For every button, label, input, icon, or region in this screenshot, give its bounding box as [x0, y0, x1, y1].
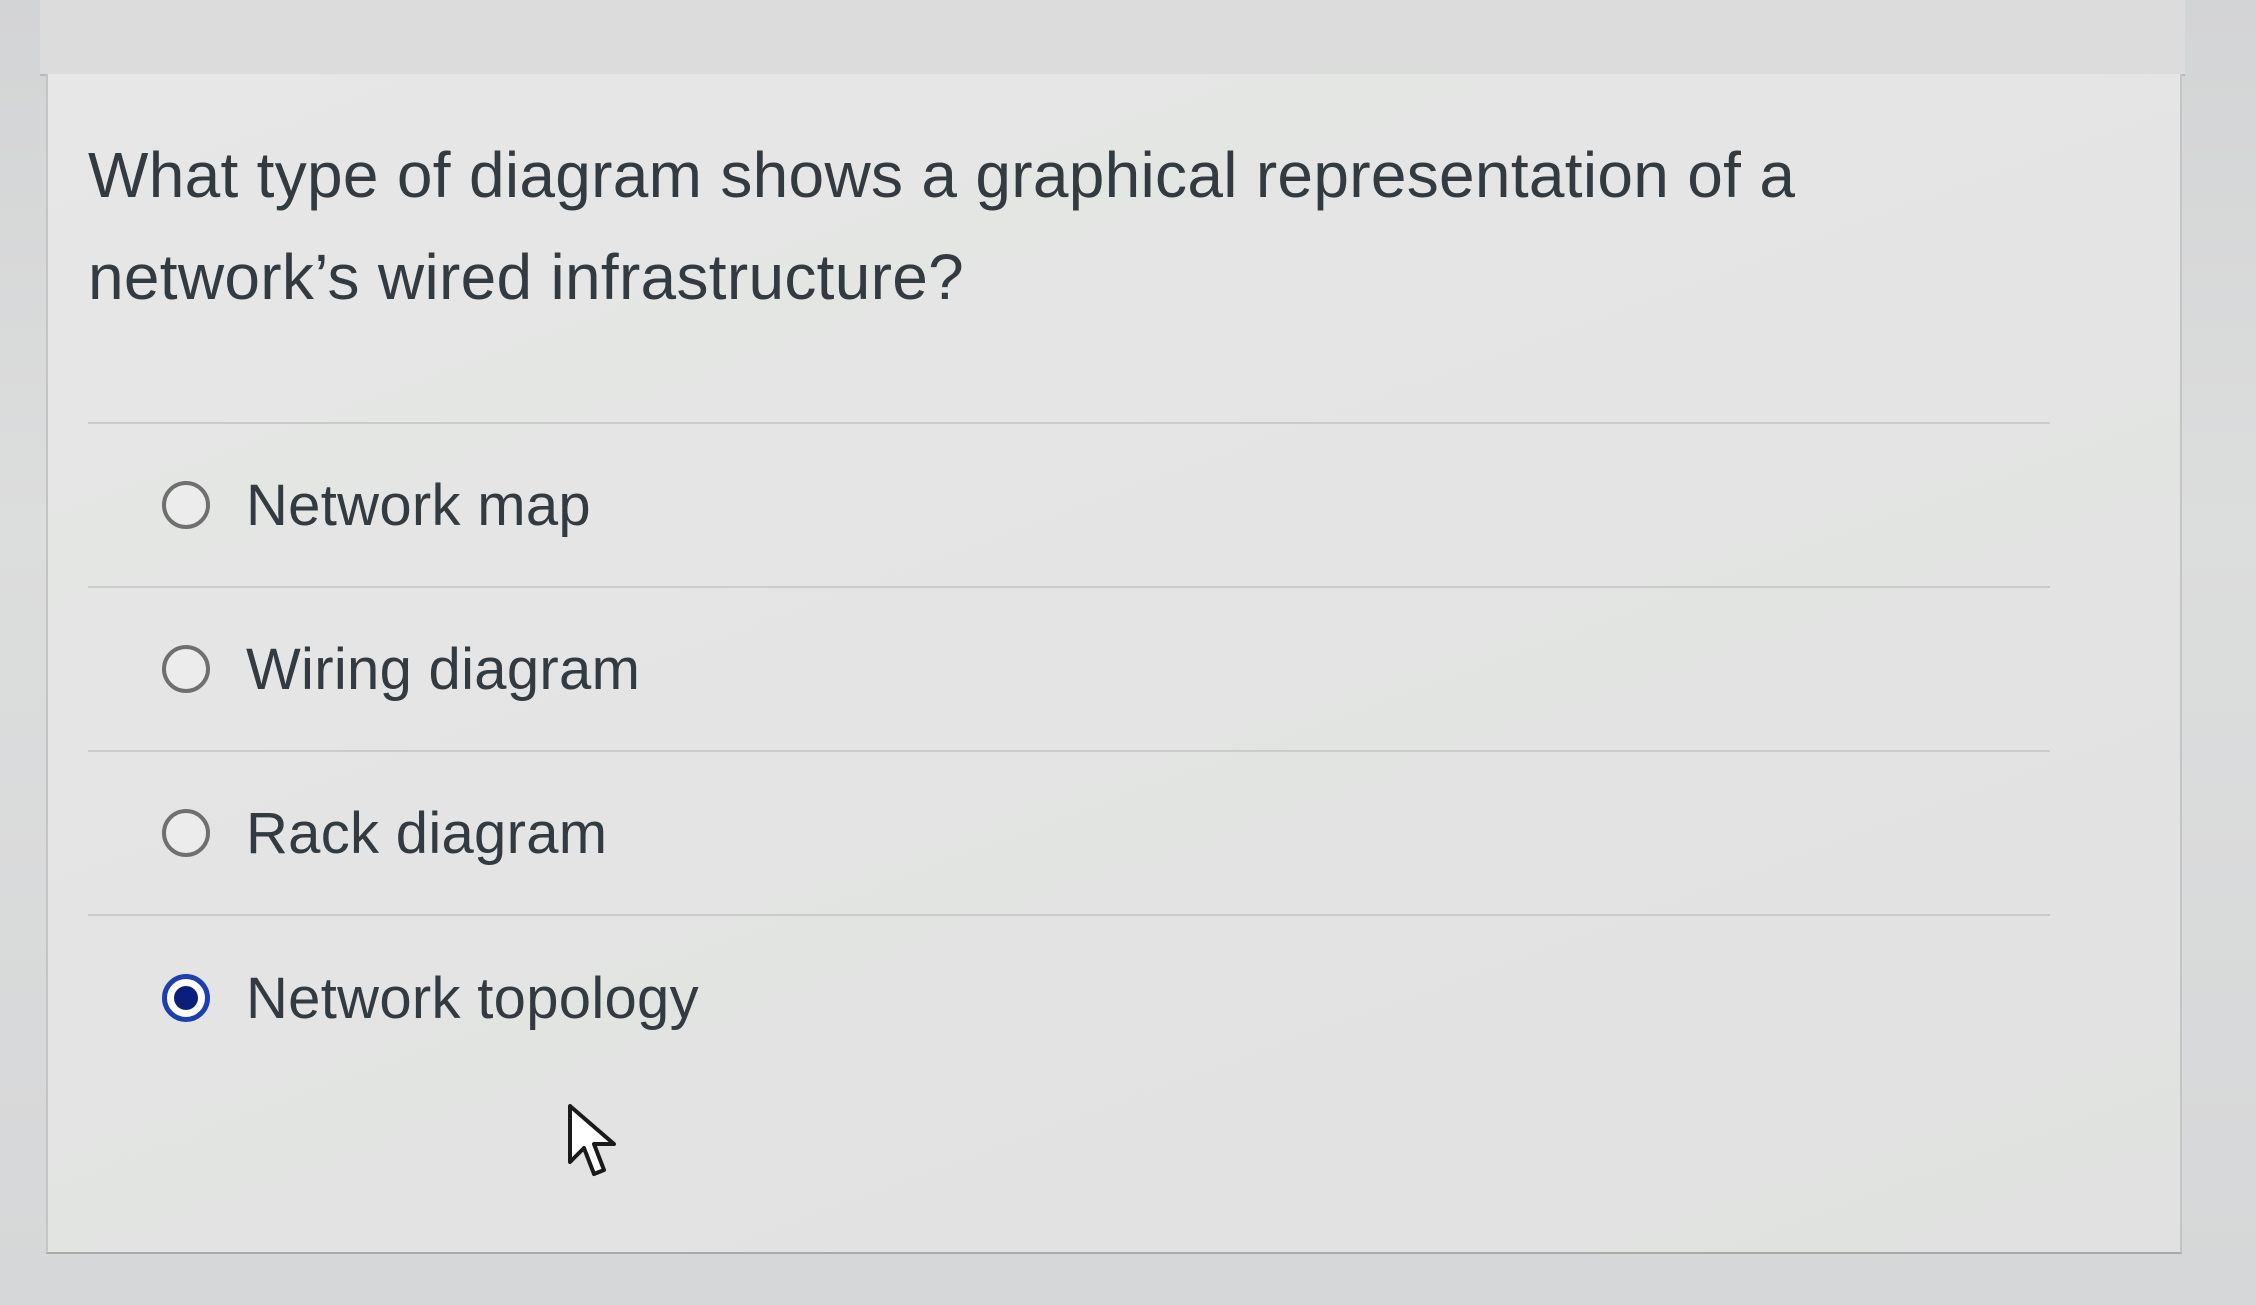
- answer-option-wiring-diagram[interactable]: Wiring diagram: [88, 588, 2050, 752]
- answer-option-network-topology[interactable]: Network topology: [88, 916, 2050, 1080]
- mouse-pointer-icon: [568, 1104, 616, 1176]
- answer-label: Wiring diagram: [246, 636, 641, 702]
- top-bar: [40, 0, 2185, 76]
- answer-option-rack-diagram[interactable]: Rack diagram: [88, 752, 2050, 916]
- radio-unselected-icon[interactable]: [162, 809, 210, 857]
- answer-option-network-map[interactable]: Network map: [88, 424, 2050, 588]
- radio-unselected-icon[interactable]: [162, 645, 210, 693]
- answer-label: Rack diagram: [246, 800, 608, 866]
- question-text: What type of diagram shows a graphical r…: [88, 139, 1796, 313]
- answer-label: Network topology: [246, 965, 699, 1031]
- answer-label: Network map: [246, 472, 591, 538]
- radio-unselected-icon[interactable]: [162, 481, 210, 529]
- answer-list: Network map Wiring diagram Rack diagram …: [88, 422, 2050, 1080]
- radio-selected-icon[interactable]: [162, 974, 210, 1022]
